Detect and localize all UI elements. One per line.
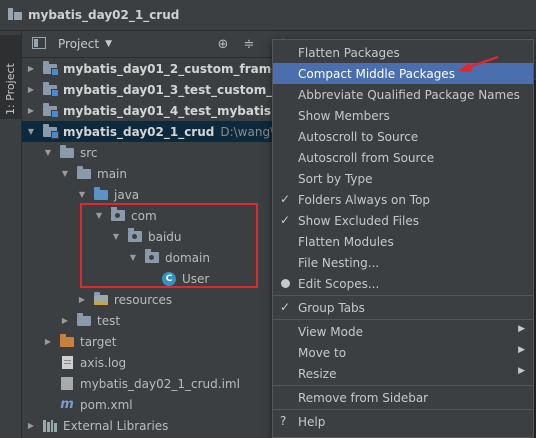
menu-item-label: Folders Always on Top xyxy=(298,192,431,207)
menu-item-flatten-modules[interactable]: Flatten Modules xyxy=(273,231,533,252)
module-folder-icon xyxy=(42,102,59,118)
help-icon: ? xyxy=(280,414,287,428)
menu-item-label: Autoscroll from Source xyxy=(298,150,435,165)
window-title: mybatis_day02_1_crud xyxy=(28,8,180,22)
menu-item-label: File Nesting... xyxy=(298,255,380,270)
menu-item-remove-from-sidebar[interactable]: Remove from Sidebar xyxy=(273,387,533,408)
chevron-down-icon[interactable]: ▼ xyxy=(77,190,87,199)
menu-item-label: View Mode xyxy=(298,324,363,339)
tree-item-label: mybatis_day02_1_crud.iml xyxy=(80,376,240,391)
folder-icon xyxy=(76,165,92,181)
chevron-down-icon[interactable]: ▼ xyxy=(60,169,70,178)
checkmark-icon: ✓ xyxy=(280,192,291,206)
folder-icon xyxy=(59,144,75,160)
options-menu: Flatten Packages Compact Middle Packages A… xyxy=(272,39,534,438)
menu-item-abbreviate-qualified-package-names[interactable]: Abbreviate Qualified Package Names xyxy=(273,84,533,105)
menu-item-label: Autoscroll to Source xyxy=(298,129,419,144)
menu-item-autoscroll-to-source[interactable]: Autoscroll to Source xyxy=(273,126,533,147)
menu-item-label: Edit Scopes... xyxy=(298,276,380,291)
menu-item-show-members[interactable]: Show Members xyxy=(273,105,533,126)
module-file-icon xyxy=(59,377,75,391)
chevron-right-icon[interactable]: ▶ xyxy=(26,106,36,115)
chevron-right-icon[interactable]: ▶ xyxy=(26,421,36,430)
chevron-right-icon[interactable]: ▶ xyxy=(43,337,53,346)
locate-file-icon[interactable]: ⊕ xyxy=(214,36,232,54)
menu-item-label: Group Tabs xyxy=(298,300,365,315)
menu-item-label: Move to xyxy=(298,345,347,360)
menu-item-group-tabs[interactable]: ✓ Group Tabs xyxy=(273,297,533,318)
tree-item-label: External Libraries xyxy=(63,418,169,433)
menu-item-folders-always-on-top[interactable]: ✓ Folders Always on Top xyxy=(273,189,533,210)
menu-item-autoscroll-from-source[interactable]: Autoscroll from Source xyxy=(273,147,533,168)
menu-item-label: Abbreviate Qualified Package Names xyxy=(298,87,520,102)
tree-item-label: test xyxy=(97,313,121,328)
collapse-all-icon[interactable]: ≑ xyxy=(240,36,258,54)
panel-view-icon xyxy=(32,36,46,52)
tree-item-label: mybatis_day01_4_test_mybatis xyxy=(63,103,271,118)
libraries-icon xyxy=(42,419,58,433)
checkmark-icon: ✓ xyxy=(280,213,291,227)
maven-icon: m xyxy=(60,397,74,412)
annotation-arrow-icon xyxy=(458,55,499,72)
menu-item-move-to[interactable]: Move to ▶ xyxy=(273,342,533,363)
chevron-down-icon[interactable]: ▼ xyxy=(105,39,112,49)
tree-item-label: pom.xml xyxy=(80,397,133,412)
menu-item-label: Show Members xyxy=(298,108,390,123)
folder-icon xyxy=(76,312,92,328)
chevron-down-icon[interactable]: ▼ xyxy=(43,148,53,157)
project-tool-tab[interactable]: 1: Project xyxy=(0,35,22,119)
menu-item-edit-scopes[interactable]: Edit Scopes... xyxy=(273,273,533,294)
chevron-down-icon[interactable]: ▼ xyxy=(26,127,36,136)
menu-item-show-excluded-files[interactable]: ✓ Show Excluded Files xyxy=(273,210,533,231)
tree-item-label: mybatis_day02_1_crud xyxy=(63,124,215,139)
chevron-right-icon[interactable]: ▶ xyxy=(26,85,36,94)
tree-item-label: resources xyxy=(114,292,173,307)
menu-separator xyxy=(273,409,533,410)
title-bar: mybatis_day02_1_crud xyxy=(0,0,536,31)
menu-item-label: Resize xyxy=(298,366,337,381)
menu-item-label: Flatten Modules xyxy=(298,234,394,249)
tree-item-label: main xyxy=(97,166,127,181)
menu-item-label: Show Excluded Files xyxy=(298,213,419,228)
chevron-right-icon[interactable]: ▶ xyxy=(60,316,70,325)
module-folder-icon xyxy=(42,123,59,139)
menu-item-view-mode[interactable]: View Mode ▶ xyxy=(273,321,533,342)
radio-dot-icon xyxy=(281,279,290,288)
tree-item-label: mybatis_day01_3_test_custom_fram xyxy=(63,82,304,97)
chevron-right-icon: ▶ xyxy=(518,324,525,334)
menu-item-label: Help xyxy=(298,414,326,429)
tree-item-label: axis.log xyxy=(80,355,127,370)
menu-item-label: Compact Middle Packages xyxy=(298,66,455,81)
project-tool-tab-label: 1: Project xyxy=(4,63,17,115)
menu-item-label: Sort by Type xyxy=(298,171,373,186)
source-folder-icon xyxy=(93,186,109,202)
chevron-right-icon[interactable]: ▶ xyxy=(26,64,36,73)
menu-item-sort-by-type[interactable]: Sort by Type xyxy=(273,168,533,189)
tree-item-label: java xyxy=(114,187,140,202)
module-folder-icon xyxy=(42,81,59,97)
module-folder-icon xyxy=(42,60,59,76)
tree-item-label: target xyxy=(80,334,117,349)
tree-item-label: src xyxy=(80,145,98,160)
menu-item-help[interactable]: ? Help xyxy=(273,411,533,432)
resources-folder-icon xyxy=(93,291,109,307)
menu-item-label: Flatten Packages xyxy=(298,45,400,60)
menu-item-file-nesting[interactable]: File Nesting... xyxy=(273,252,533,273)
menu-separator xyxy=(273,319,533,320)
chevron-right-icon[interactable]: ▶ xyxy=(77,295,87,304)
excluded-folder-icon xyxy=(59,333,75,349)
file-icon xyxy=(59,356,75,370)
tree-item-label: mybatis_day01_2_custom_frame xyxy=(63,61,280,76)
chevron-right-icon: ▶ xyxy=(518,366,525,376)
menu-item-label: Remove from Sidebar xyxy=(298,390,429,405)
menu-separator xyxy=(273,385,533,386)
checkmark-icon: ✓ xyxy=(280,300,291,314)
project-window-icon xyxy=(8,7,22,23)
annotation-highlight-box xyxy=(80,203,258,288)
menu-separator xyxy=(273,295,533,296)
menu-item-resize[interactable]: Resize ▶ xyxy=(273,363,533,384)
panel-view-selector[interactable]: Project xyxy=(58,37,99,51)
chevron-right-icon: ▶ xyxy=(518,345,525,355)
